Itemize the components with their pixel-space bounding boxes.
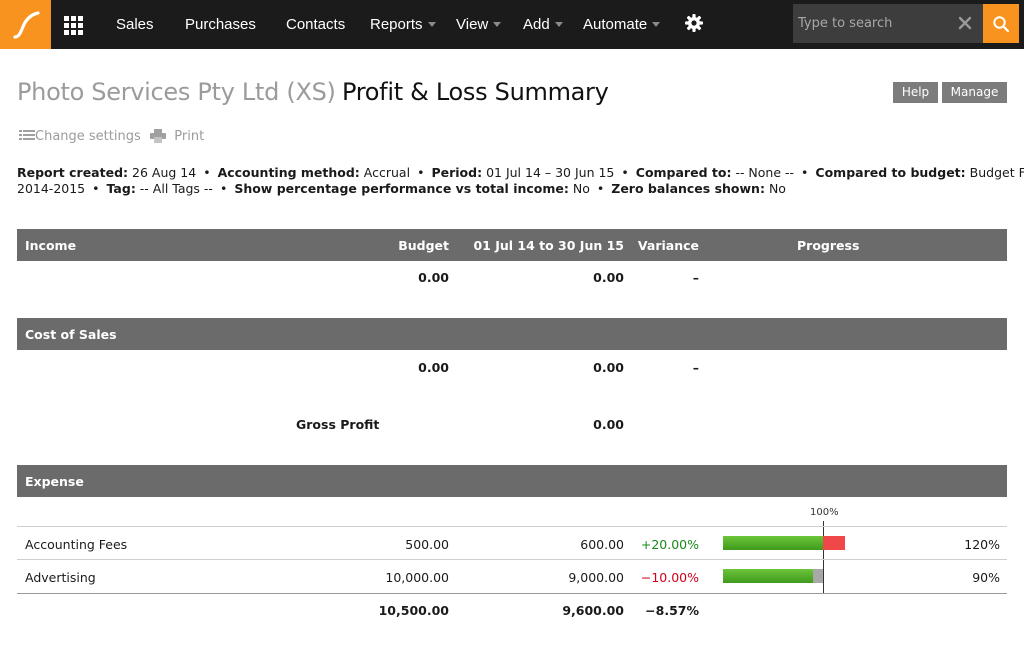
- section-title: Income: [25, 238, 77, 253]
- printer-icon: [150, 128, 166, 143]
- close-icon[interactable]: [957, 15, 973, 31]
- account-name: Accounting Fees: [25, 537, 128, 552]
- progress-percent: 90%: [972, 570, 1000, 585]
- column-header-period: 01 Jul 14 to 30 Jun 15: [473, 238, 624, 253]
- nav-view[interactable]: View: [456, 0, 502, 49]
- budget-value: 10,000.00: [385, 570, 449, 585]
- help-button[interactable]: Help: [893, 82, 938, 103]
- income-actual-total: 0.00: [593, 270, 624, 285]
- cost-of-sales-variance-total: –: [692, 360, 699, 375]
- report-info-line-1: Report created: 26 Aug 14 • Accounting met…: [17, 165, 1024, 180]
- chevron-down-icon: [554, 21, 563, 27]
- expense-actual-total: 9,600.00: [562, 603, 624, 618]
- nav-reports[interactable]: Reports: [370, 0, 436, 49]
- company-name: Photo Services Pty Ltd (XS): [17, 78, 336, 106]
- info-value: No: [572, 181, 590, 196]
- progress-fill: [723, 569, 813, 583]
- column-header-budget: Budget: [398, 238, 449, 253]
- info-label: Show percentage performance vs total inc…: [234, 181, 569, 196]
- print-link[interactable]: Print: [150, 128, 204, 146]
- top-navigation-bar: Sales Purchases Contacts Reports View Ad…: [0, 0, 1024, 49]
- info-value: Accrual: [363, 165, 411, 180]
- progress-bar: [723, 536, 848, 550]
- progress-100-marker-line: [823, 521, 824, 594]
- nav-sales[interactable]: Sales: [116, 0, 154, 49]
- info-label: Compared to budget:: [815, 165, 966, 180]
- info-label: Report created:: [17, 165, 129, 180]
- app-logo[interactable]: [0, 0, 51, 49]
- progress-over-budget: [823, 536, 845, 550]
- progress-remaining: [813, 569, 823, 583]
- cost-of-sales-actual-total: 0.00: [593, 360, 624, 375]
- info-label: Tag:: [106, 181, 136, 196]
- column-header-progress: Progress: [797, 238, 860, 253]
- info-value: No: [768, 181, 786, 196]
- chevron-down-icon: [652, 21, 661, 27]
- search-box: [793, 4, 983, 43]
- gross-profit-label: Gross Profit: [296, 417, 380, 432]
- report-info-line-2: 2014-2015 • Tag: -- All Tags -- • Show perce…: [17, 181, 786, 196]
- variance-value: −10.00%: [640, 570, 699, 585]
- search-input[interactable]: [793, 4, 943, 43]
- progress-percent: 120%: [964, 537, 1000, 552]
- cost-of-sales-section-header: Cost of Sales: [17, 318, 1007, 350]
- actual-value: 600.00: [580, 537, 624, 552]
- list-icon: [19, 130, 35, 140]
- search-icon: [993, 15, 1010, 32]
- info-value: -- All Tags --: [139, 181, 213, 196]
- actual-value: 9,000.00: [568, 570, 624, 585]
- account-name: Advertising: [25, 570, 96, 585]
- progress-bar: [723, 569, 848, 583]
- nav-purchases[interactable]: Purchases: [185, 0, 256, 49]
- change-settings-link[interactable]: Change settings: [19, 128, 141, 146]
- column-header-variance: Variance: [637, 238, 699, 253]
- info-label: Zero balances shown:: [611, 181, 765, 196]
- search-button[interactable]: [983, 4, 1019, 43]
- info-value: 01 Jul 14 – 30 Jun 15: [486, 165, 615, 180]
- income-variance-total: –: [692, 270, 699, 285]
- gross-profit-value: 0.00: [593, 417, 624, 432]
- section-title: Expense: [25, 474, 84, 489]
- nav-contacts[interactable]: Contacts: [286, 0, 345, 49]
- info-value: 2014-2015: [17, 181, 86, 196]
- row-divider: [17, 526, 1007, 527]
- page-title: Profit & Loss Summary: [342, 78, 609, 106]
- progress-fill: [723, 536, 823, 550]
- variance-value: +20.00%: [640, 537, 699, 552]
- income-section-header: Income Budget 01 Jul 14 to 30 Jun 15 Var…: [17, 229, 1007, 261]
- row-divider: [17, 593, 1007, 594]
- chevron-down-icon: [493, 21, 502, 27]
- manage-button[interactable]: Manage: [942, 82, 1007, 103]
- info-value: -- None --: [735, 165, 795, 180]
- info-label: Period:: [431, 165, 483, 180]
- apps-grid-icon[interactable]: [63, 15, 83, 35]
- info-label: Accounting method:: [217, 165, 360, 180]
- section-title: Cost of Sales: [25, 327, 117, 342]
- income-budget-total: 0.00: [418, 270, 449, 285]
- row-divider: [17, 559, 1007, 560]
- progress-100-marker-label: 100%: [810, 507, 839, 518]
- nav-add[interactable]: Add: [523, 0, 563, 49]
- saasu-logo-icon: [12, 10, 40, 39]
- info-value: Budget FY: [969, 165, 1024, 180]
- info-label: Compared to:: [635, 165, 732, 180]
- gear-icon[interactable]: [684, 13, 704, 33]
- budget-value: 500.00: [405, 537, 449, 552]
- cost-of-sales-budget-total: 0.00: [418, 360, 449, 375]
- expense-section-header: Expense: [17, 465, 1007, 497]
- chevron-down-icon: [427, 21, 436, 27]
- expense-budget-total: 10,500.00: [378, 603, 449, 618]
- info-value: 26 Aug 14: [132, 165, 197, 180]
- expense-variance-total: −8.57%: [645, 603, 699, 618]
- nav-automate[interactable]: Automate: [583, 0, 661, 49]
